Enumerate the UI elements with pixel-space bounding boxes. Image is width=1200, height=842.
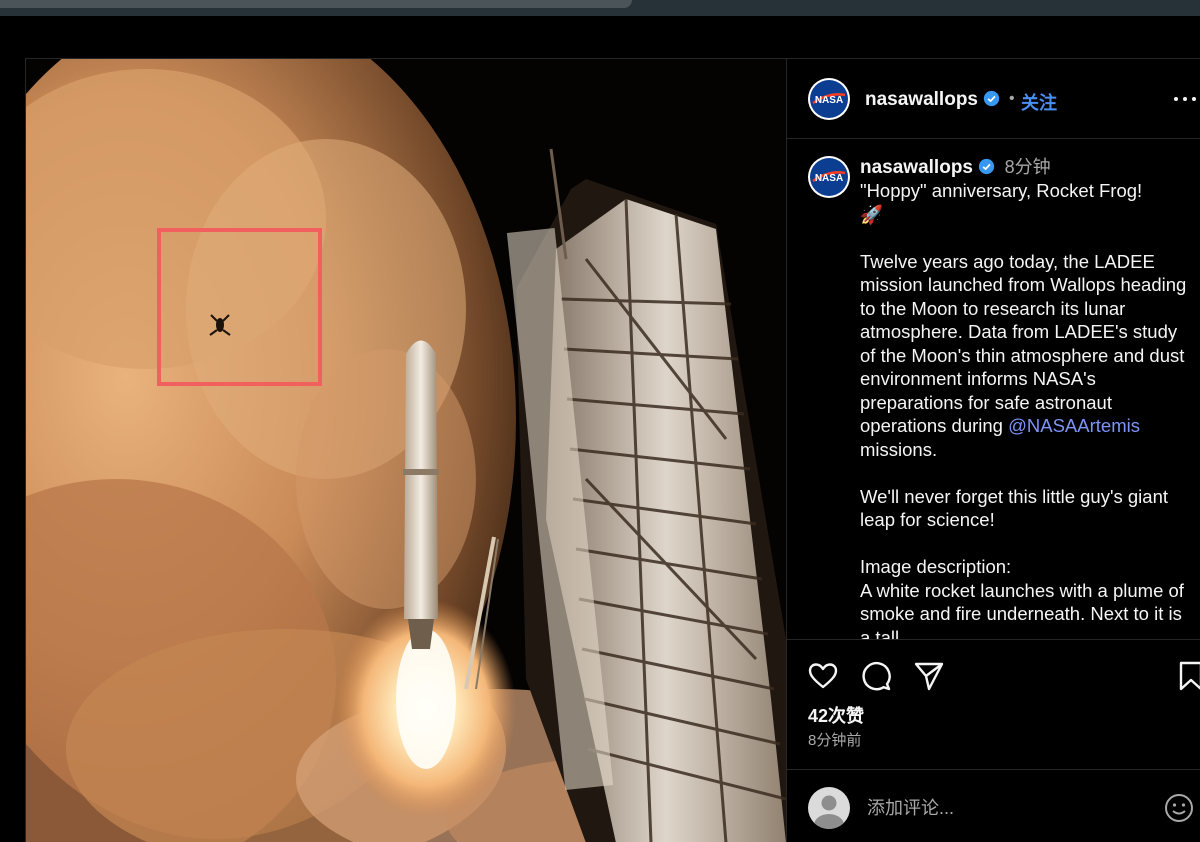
mention-link[interactable]: @NASAArtemis — [1008, 415, 1140, 436]
comment-icon[interactable] — [860, 660, 892, 692]
rocket-launch-photo — [26, 59, 786, 842]
header-username-text[interactable]: nasawallops — [865, 89, 978, 110]
bookmark-icon[interactable] — [1175, 660, 1200, 692]
caption-time: 8分钟 — [1004, 157, 1051, 177]
post-image[interactable] — [26, 59, 786, 842]
heart-icon[interactable] — [807, 660, 839, 692]
nasa-logo-avatar[interactable]: NASA — [808, 78, 850, 120]
post-header: NASA nasawallops • 关注 — [787, 59, 1200, 139]
post-sidebar: NASA nasawallops • 关注 NASA nasawallops 8… — [786, 59, 1200, 842]
browser-top-bar — [0, 0, 1200, 16]
browser-tab[interactable] — [0, 0, 632, 8]
caption-para3-title: Image description: — [860, 556, 1012, 577]
caption-para3: A white rocket launches with a plume of … — [860, 579, 1190, 640]
caption-para1: Twelve years ago today, the LADEE missio… — [860, 250, 1192, 437]
caption-header: nasawallops 8分钟 — [860, 156, 1051, 179]
comment-bar — [787, 769, 1200, 842]
comment-input[interactable] — [867, 794, 1157, 822]
svg-text:NASA: NASA — [815, 95, 843, 106]
verified-badge-icon — [979, 158, 995, 175]
more-options-icon[interactable] — [1172, 87, 1200, 111]
svg-text:NASA: NASA — [815, 173, 843, 184]
caption-username[interactable]: nasawallops — [860, 157, 973, 178]
caption-section: NASA nasawallops 8分钟 "Hoppy" anniversary… — [787, 140, 1200, 639]
caption-para2: We'll never forget this little guy's gia… — [860, 485, 1174, 531]
caption-text: "Hoppy" anniversary, Rocket Frog! 🚀 Twel… — [860, 179, 1190, 639]
post-time-ago: 8分钟前 — [808, 732, 862, 749]
smiley-icon[interactable] — [1163, 792, 1195, 824]
share-icon[interactable] — [913, 660, 945, 692]
header-separator: • — [1009, 90, 1015, 107]
like-count[interactable]: 42次赞 — [808, 702, 864, 728]
user-avatar — [808, 787, 850, 829]
post-actions: 42次赞 8分钟前 — [787, 639, 1200, 769]
caption-line1: "Hoppy" anniversary, Rocket Frog! — [860, 180, 1143, 201]
caption-avatar[interactable]: NASA — [808, 156, 850, 198]
post-dialog: NASA nasawallops • 关注 NASA nasawallops 8… — [25, 58, 1200, 842]
rocket-emoji: 🚀 — [860, 203, 884, 225]
follow-button[interactable]: 关注 — [1021, 89, 1057, 115]
header-username[interactable]: nasawallops — [865, 89, 1000, 111]
verified-badge-icon — [984, 90, 1000, 107]
